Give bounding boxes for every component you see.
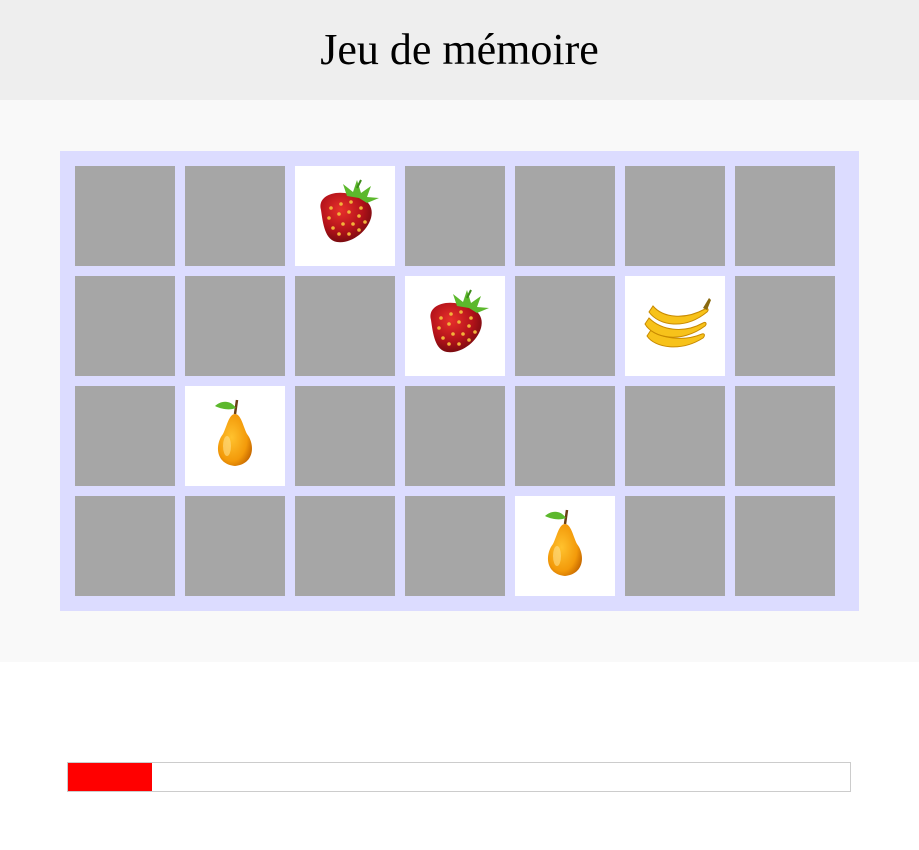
card-hidden[interactable] — [625, 166, 725, 266]
timer-progress-bar — [67, 762, 851, 792]
card-revealed-banana[interactable] — [625, 276, 725, 376]
card-revealed-strawberry[interactable] — [405, 276, 505, 376]
pear-icon — [545, 509, 582, 576]
card-hidden[interactable] — [405, 386, 505, 486]
card-hidden[interactable] — [295, 496, 395, 596]
card-hidden[interactable] — [185, 276, 285, 376]
strawberry-icon — [320, 179, 379, 243]
card-hidden[interactable] — [735, 386, 835, 486]
game-area — [0, 100, 919, 662]
card-hidden[interactable] — [735, 166, 835, 266]
card-hidden[interactable] — [185, 166, 285, 266]
card-hidden[interactable] — [515, 276, 615, 376]
card-hidden[interactable] — [515, 386, 615, 486]
card-hidden[interactable] — [185, 496, 285, 596]
page-title: Jeu de mémoire — [320, 25, 599, 74]
card-revealed-strawberry[interactable] — [295, 166, 395, 266]
header: Jeu de mémoire — [0, 0, 919, 100]
card-board — [60, 151, 859, 611]
card-hidden[interactable] — [295, 386, 395, 486]
card-hidden[interactable] — [75, 496, 175, 596]
card-revealed-pear[interactable] — [515, 496, 615, 596]
card-hidden[interactable] — [515, 166, 615, 266]
card-hidden[interactable] — [295, 276, 395, 376]
card-hidden[interactable] — [735, 276, 835, 376]
card-hidden[interactable] — [75, 276, 175, 376]
card-hidden[interactable] — [75, 386, 175, 486]
card-hidden[interactable] — [625, 496, 725, 596]
card-hidden[interactable] — [735, 496, 835, 596]
banana-icon — [644, 298, 711, 348]
card-hidden[interactable] — [625, 386, 725, 486]
card-hidden[interactable] — [405, 496, 505, 596]
strawberry-icon — [430, 289, 489, 353]
timer-progress-fill — [68, 763, 152, 791]
pear-icon — [215, 399, 252, 466]
card-hidden[interactable] — [75, 166, 175, 266]
card-revealed-pear[interactable] — [185, 386, 285, 486]
card-hidden[interactable] — [405, 166, 505, 266]
